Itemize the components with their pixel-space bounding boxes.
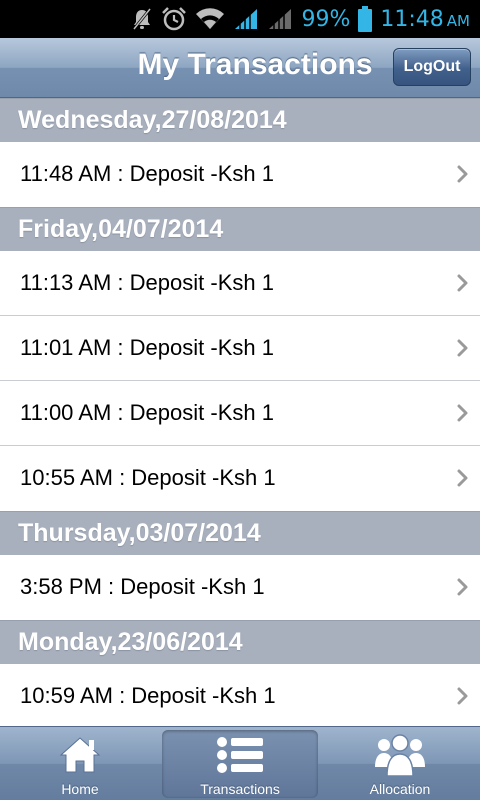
title-bar: My Transactions LogOut (0, 38, 480, 98)
transaction-row[interactable]: 10:59 AM : Deposit -Ksh 1 (0, 664, 480, 726)
signal-icon (233, 0, 259, 38)
alarm-icon (161, 0, 187, 38)
status-bar: 99% 11:48 AM (0, 0, 480, 38)
transaction-row[interactable]: 11:13 AM : Deposit -Ksh 1 (0, 251, 480, 316)
list-icon (216, 733, 264, 777)
clock: 11:48 AM (380, 7, 470, 32)
date-header: Wednesday,27/08/2014 (0, 98, 480, 142)
tab-bar: Home Transactions Allocation (0, 726, 480, 800)
chevron-right-icon (457, 274, 468, 292)
battery-icon (358, 0, 373, 38)
transaction-row[interactable]: 10:55 AM : Deposit -Ksh 1 (0, 446, 480, 511)
clock-ampm: AM (446, 11, 470, 30)
tab-home[interactable]: Home (0, 727, 160, 800)
chevron-right-icon (457, 165, 468, 183)
clock-time: 11:48 (380, 6, 444, 32)
tab-allocation[interactable]: Allocation (320, 727, 480, 800)
tab-home-label: Home (61, 781, 99, 797)
chevron-right-icon (457, 687, 468, 705)
chevron-right-icon (457, 469, 468, 487)
chevron-right-icon (457, 578, 468, 596)
transaction-label: 3:58 PM : Deposit -Ksh 1 (20, 574, 265, 599)
transaction-label: 10:55 AM : Deposit -Ksh 1 (20, 465, 276, 490)
transaction-label: 11:01 AM : Deposit -Ksh 1 (20, 335, 274, 360)
transaction-row[interactable]: 11:48 AM : Deposit -Ksh 1 (0, 142, 480, 207)
signal-weak-icon (267, 0, 293, 38)
transaction-list[interactable]: Wednesday,27/08/2014 11:48 AM : Deposit … (0, 98, 480, 726)
chevron-right-icon (457, 404, 468, 422)
transaction-row[interactable]: 11:00 AM : Deposit -Ksh 1 (0, 381, 480, 446)
home-icon (59, 733, 101, 777)
group-icon (374, 733, 426, 777)
tab-transactions-label: Transactions (200, 781, 280, 797)
tab-transactions[interactable]: Transactions (160, 727, 320, 800)
muted-icon (131, 0, 153, 38)
date-header: Monday,23/06/2014 (0, 620, 480, 664)
chevron-right-icon (457, 339, 468, 357)
tab-allocation-label: Allocation (369, 781, 431, 797)
date-header: Thursday,03/07/2014 (0, 511, 480, 555)
transaction-label: 11:00 AM : Deposit -Ksh 1 (20, 400, 274, 425)
transaction-row[interactable]: 11:01 AM : Deposit -Ksh 1 (0, 316, 480, 381)
transaction-row[interactable]: 3:58 PM : Deposit -Ksh 1 (0, 555, 480, 620)
wifi-icon (195, 0, 225, 38)
logout-button[interactable]: LogOut (393, 48, 471, 86)
transaction-label: 11:48 AM : Deposit -Ksh 1 (20, 161, 274, 186)
transaction-label: 11:13 AM : Deposit -Ksh 1 (20, 270, 274, 295)
battery-percent: 99% (301, 6, 351, 32)
transaction-label: 10:59 AM : Deposit -Ksh 1 (20, 683, 276, 708)
date-header: Friday,04/07/2014 (0, 207, 480, 251)
